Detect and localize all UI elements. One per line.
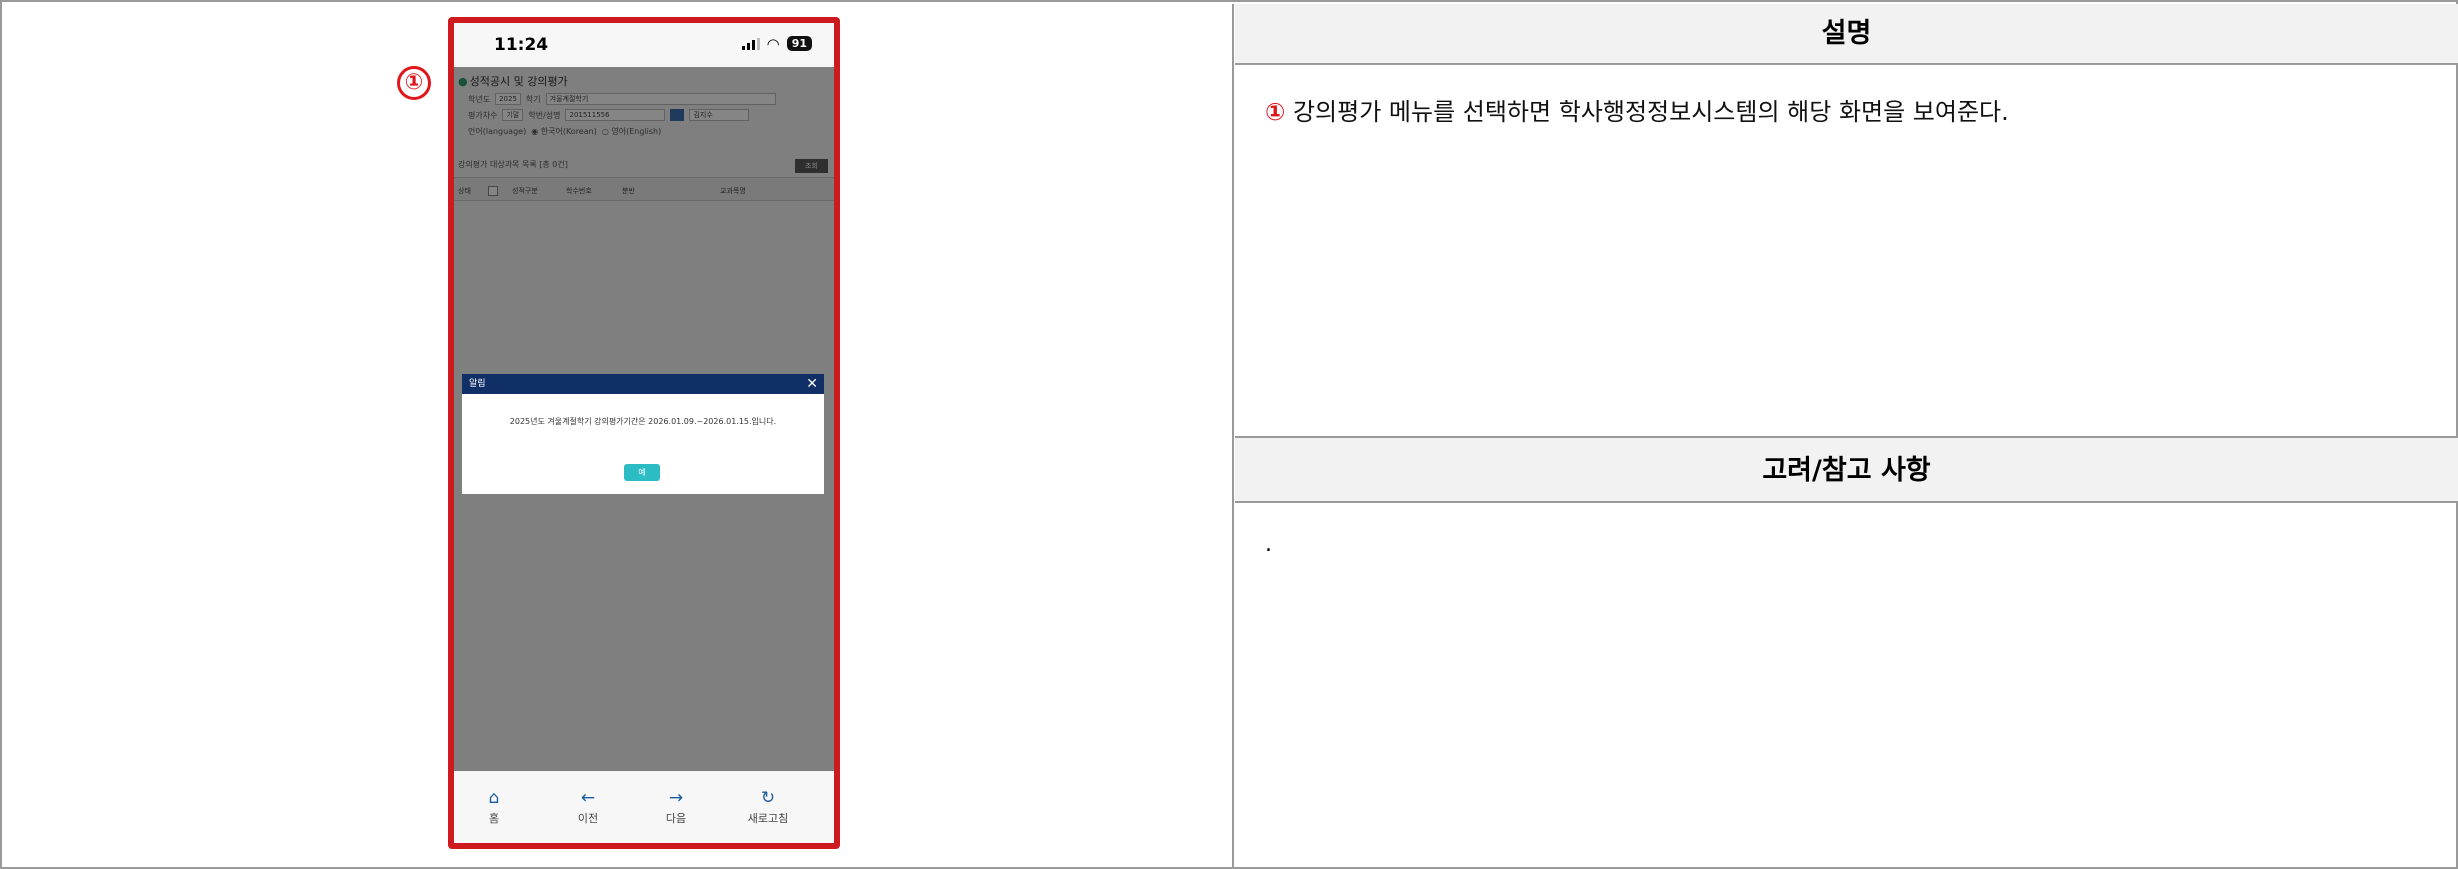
dialog-message: 2025년도 겨울계절학기 강의평가기간은 2026.01.09.~2026.0… [509,417,777,426]
dialog-title: 알림 [469,379,486,389]
phone-screenshot: 11:24 ◠ 91 ● 성적공시 및 강의평가 학년도 2025 학기 겨울계… [448,17,840,849]
screenshot-cell: ① 11:24 ◠ 91 ● 성적공시 및 강의평가 학년도 2025 학기 겨… [4,4,1234,869]
nav-back[interactable]: ← 이전 [548,789,628,826]
wifi-icon: ◠ [766,34,780,53]
notes-header: 고려/참고 사항 [1235,436,2458,503]
nav-label: 다음 [665,812,687,825]
ok-button[interactable]: 예 [624,464,660,481]
bottom-nav: ⌂ 홈 ← 이전 → 다음 ↻ 새로고침 [454,771,834,843]
description-cell: 설명 ① 강의평가 메뉴를 선택하면 학사행정정보시스템의 해당 화면을 보여준… [1235,4,2458,869]
callout-marker: ① [397,66,431,100]
status-time: 11:24 [494,35,549,55]
description-body: 강의평가 메뉴를 선택하면 학사행정정보시스템의 해당 화면을 보여준다. [1285,98,2009,126]
signal-icon [741,37,760,50]
close-icon[interactable]: ✕ [806,374,818,394]
description-text: ① 강의평가 메뉴를 선택하면 학사행정정보시스템의 해당 화면을 보여준다. [1265,92,2009,127]
nav-home[interactable]: ⌂ 홈 [454,789,534,826]
notes-text: . [1265,532,1272,557]
home-icon: ⌂ [488,788,500,808]
dialog-header: 알림 ✕ [462,374,824,394]
refresh-icon: ↻ [760,788,776,808]
nav-label: 이전 [577,812,599,825]
description-marker: ① [1265,98,1286,126]
arrow-left-icon: ← [580,788,596,808]
arrow-right-icon: → [668,788,684,808]
nav-label: 홈 [488,812,500,825]
status-icons: ◠ 91 [741,34,812,53]
app-screen: ● 성적공시 및 강의평가 학년도 2025 학기 겨울계절학기 평가차수 기말 … [454,67,834,771]
nav-label: 새로고침 [747,812,789,825]
document-frame: ① 11:24 ◠ 91 ● 성적공시 및 강의평가 학년도 2025 학기 겨… [0,0,2458,869]
battery-icon: 91 [786,36,812,51]
status-bar: 11:24 ◠ 91 [454,23,834,67]
nav-forward[interactable]: → 다음 [636,789,716,826]
nav-refresh[interactable]: ↻ 새로고침 [728,789,808,826]
description-header: 설명 [1235,4,2458,65]
alert-dialog: 알림 ✕ 2025년도 겨울계절학기 강의평가기간은 2026.01.09.~2… [462,374,824,494]
